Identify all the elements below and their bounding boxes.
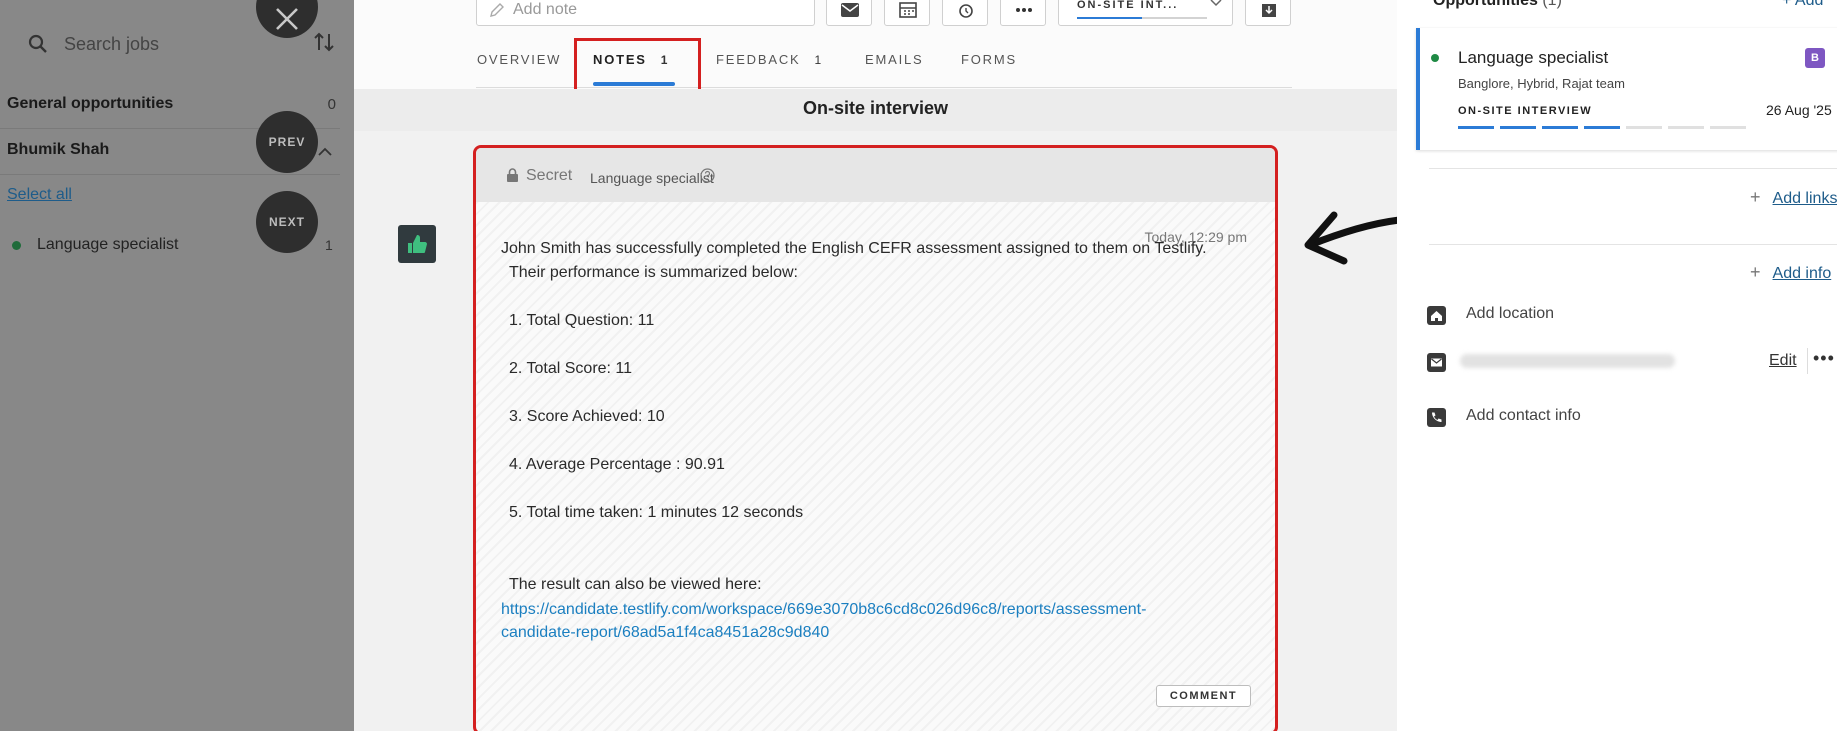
avatar <box>398 225 436 263</box>
search-jobs-placeholder: Search jobs <box>64 34 160 54</box>
progress-segment <box>1668 126 1704 129</box>
lock-icon <box>507 168 518 182</box>
general-opportunities-count: 0 <box>327 96 336 113</box>
stage-progress-bar <box>1458 126 1746 129</box>
note-header: Secret Language specialist <box>476 148 1275 202</box>
stage-header: On-site interview <box>354 89 1397 131</box>
email-button[interactable] <box>826 0 872 26</box>
calendar-icon <box>899 2 917 18</box>
report-link[interactable]: https://candidate.testlify.com/workspace… <box>501 601 1146 619</box>
opportunity-details: Banglore, Hybrid, Rajat team <box>1458 76 1625 91</box>
note-text-line: Their performance is summarized below: <box>509 264 798 281</box>
tab-feedback-count: 1 <box>814 53 823 67</box>
add-info-link[interactable]: + Add info <box>1750 262 1831 283</box>
email-edit-link[interactable]: Edit <box>1769 352 1797 370</box>
envelope-icon <box>841 3 859 17</box>
email-more-button[interactable]: ••• <box>1813 348 1835 369</box>
prev-button[interactable]: PREV <box>256 111 318 173</box>
snooze-button[interactable] <box>942 0 988 26</box>
opportunities-title: Opportunities (1) <box>1433 0 1562 9</box>
chevron-up-icon[interactable] <box>318 146 332 156</box>
opportunity-name: Language specialist <box>1458 48 1609 67</box>
opportunity-stage: ON-SITE INTERVIEW <box>1458 105 1593 117</box>
add-note-placeholder: Add note <box>513 1 578 18</box>
add-links-link[interactable]: + Add links <box>1750 187 1837 208</box>
report-link[interactable]: candidate-report/68ad5a1f4ca8451a28c9d84… <box>501 624 829 642</box>
note-text-line: The result can also be viewed here: <box>509 576 762 593</box>
thumbs-up-icon <box>408 235 427 253</box>
add-opportunity-link[interactable]: + Add <box>1782 0 1823 10</box>
progress-segment <box>1458 126 1494 129</box>
progress-segment <box>1584 126 1620 129</box>
tab-overview-label: OVERVIEW <box>477 52 562 67</box>
tab-forms-label: FORMS <box>961 52 1017 67</box>
note-text-line: 2. Total Score: 11 <box>509 360 633 377</box>
note-text-line: 4. Average Percentage : 90.91 <box>509 456 725 473</box>
note-job: Language specialist <box>590 170 714 186</box>
search-jobs-field[interactable]: Search jobs <box>8 22 308 66</box>
stage-dropdown[interactable]: ON-SITE INT... <box>1058 0 1233 26</box>
opportunity-date: 26 Aug '25 <box>1766 102 1832 118</box>
progress-segment <box>1500 126 1536 129</box>
job-item-count: 1 <box>325 237 333 253</box>
divider <box>0 174 340 175</box>
tab-forms[interactable]: FORMS <box>961 52 1017 67</box>
more-icon <box>1016 8 1032 12</box>
candidate-group-label[interactable]: Bhumik Shah <box>7 141 109 159</box>
status-dot <box>1431 54 1439 62</box>
email-value-redacted <box>1460 354 1675 368</box>
add-note-input[interactable]: Add note <box>476 0 815 26</box>
tab-overview[interactable]: OVERVIEW <box>477 52 561 67</box>
opportunity-card[interactable]: Language specialist B Banglore, Hybrid, … <box>1416 28 1837 150</box>
jobs-sidebar: Search jobs General opportunities 0 Bhum… <box>0 0 354 731</box>
stage-dropdown-label: ON-SITE INT... <box>1077 0 1179 11</box>
note-text-line: 3. Score Achieved: 10 <box>509 408 665 425</box>
download-icon <box>1262 4 1276 17</box>
help-icon[interactable] <box>700 168 715 183</box>
note-visibility: Secret <box>526 167 573 184</box>
divider <box>1807 348 1808 374</box>
schedule-button[interactable] <box>884 0 930 26</box>
tab-emails[interactable]: EMAILS <box>865 52 923 67</box>
divider <box>1429 168 1837 169</box>
close-icon <box>276 8 298 30</box>
status-dot <box>12 240 21 250</box>
tab-emails-label: EMAILS <box>865 52 924 67</box>
alarm-clock-icon <box>959 4 973 18</box>
chevron-down-icon <box>1210 0 1222 7</box>
sort-icon[interactable] <box>312 30 336 54</box>
phone-icon <box>1427 408 1446 427</box>
home-icon <box>1427 306 1446 325</box>
add-location-label: Add location <box>1466 305 1555 322</box>
candidate-details-panel: Opportunities (1) + Add Language special… <box>1397 0 1837 731</box>
stage-header-title: On-site interview <box>802 98 949 118</box>
job-item-label: Language specialist <box>37 236 179 253</box>
add-contact-info-label: Add contact info <box>1466 407 1581 424</box>
download-button[interactable] <box>1245 0 1291 26</box>
comment-button[interactable]: COMMENT <box>1156 685 1251 707</box>
note-text-line: John Smith has successfully completed th… <box>501 240 1207 257</box>
job-item[interactable]: Language specialist <box>12 236 178 254</box>
general-opportunities-label[interactable]: General opportunities <box>7 95 173 113</box>
select-all-link[interactable]: Select all <box>7 186 72 204</box>
search-icon <box>28 34 47 53</box>
stage-progress <box>1077 17 1207 19</box>
more-actions-button[interactable] <box>1000 0 1046 26</box>
divider <box>1429 244 1837 245</box>
tab-feedback[interactable]: FEEDBACK 1 <box>716 52 823 67</box>
email-icon <box>1427 353 1446 372</box>
pencil-icon <box>490 3 504 17</box>
progress-segment <box>1626 126 1662 129</box>
next-button[interactable]: NEXT <box>256 191 318 253</box>
progress-segment <box>1710 126 1746 129</box>
note-text-line: 5. Total time taken: 1 minutes 12 second… <box>509 504 804 521</box>
tab-feedback-label: FEEDBACK <box>716 52 801 67</box>
owner-badge: B <box>1805 48 1825 68</box>
note-card: Secret Language specialist Today, 12:29 … <box>473 145 1278 731</box>
note-text-line: 1. Total Question: 11 <box>509 312 655 329</box>
progress-segment <box>1542 126 1578 129</box>
